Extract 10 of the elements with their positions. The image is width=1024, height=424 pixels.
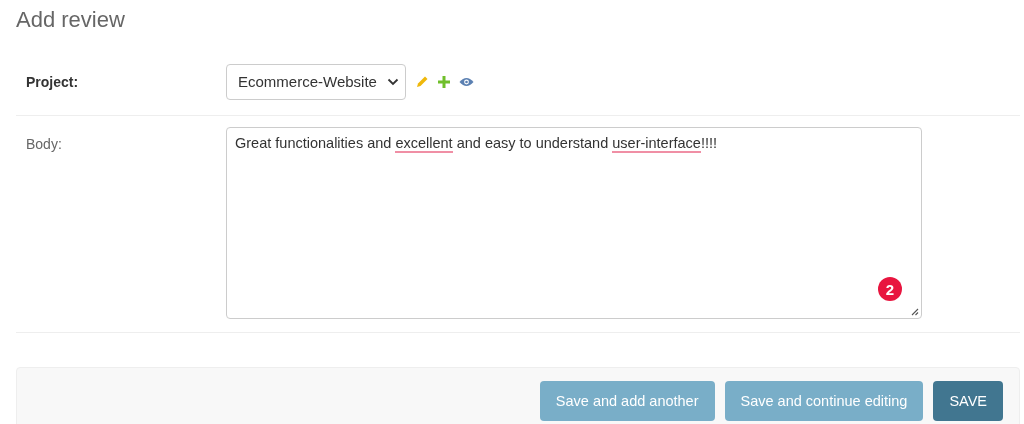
resize-handle-icon[interactable] [911, 308, 919, 316]
page-title: Add review [16, 8, 126, 34]
view-icon[interactable] [458, 76, 474, 87]
save-button[interactable]: SAVE [933, 381, 1003, 421]
add-icon[interactable] [437, 75, 450, 88]
caret-icon [386, 77, 399, 86]
field-label: Project: [25, 73, 80, 90]
field-label: Body: [25, 135, 63, 154]
project-select[interactable]: Ecommerce-Website [226, 63, 406, 100]
count-badge: 2 [878, 277, 902, 301]
